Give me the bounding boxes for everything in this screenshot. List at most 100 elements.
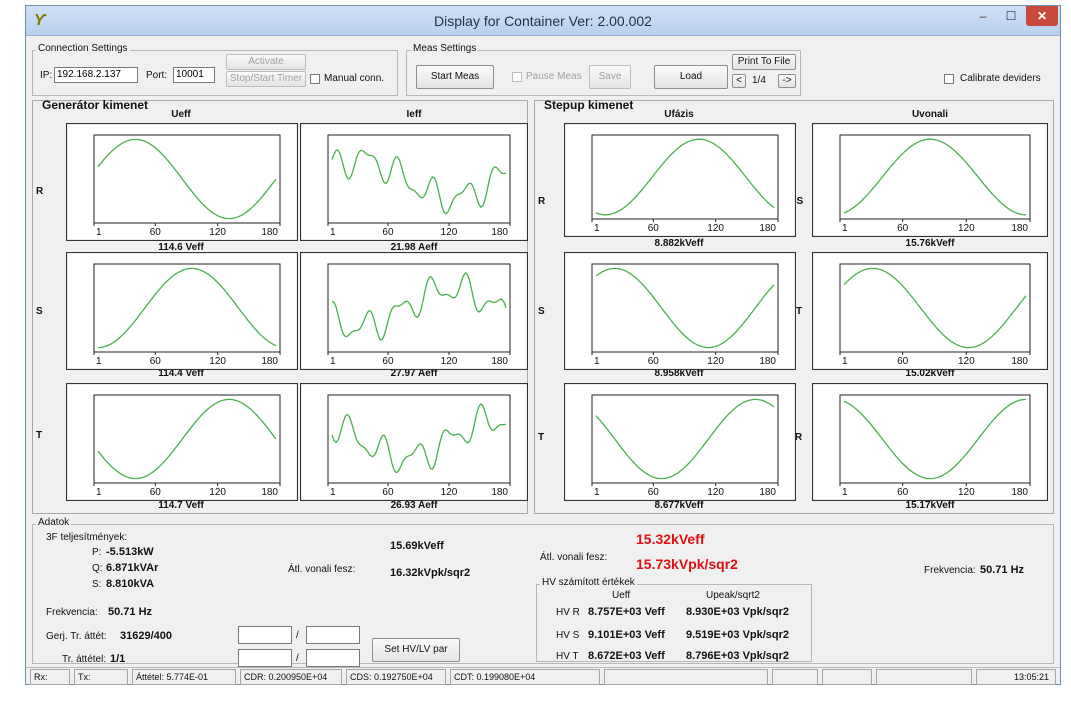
ip-field[interactable]: 192.168.2.137 xyxy=(54,67,138,83)
hv-computed-label: HV számított értékek xyxy=(540,577,637,588)
close-button[interactable]: ✕ xyxy=(1026,6,1058,26)
page-indicator: 1/4 xyxy=(752,75,766,86)
load-button[interactable]: Load xyxy=(654,65,728,89)
x-tick-label: 60 xyxy=(648,487,660,498)
x-tick-label: 1 xyxy=(96,487,102,498)
x-tick-label: 60 xyxy=(382,356,394,367)
plot-area xyxy=(591,263,779,353)
plot-area xyxy=(839,134,1031,220)
hv-t-upeak: 8.796E+03 Vpk/sqr2 xyxy=(686,650,790,662)
pause-meas-label: Pause Meas xyxy=(526,71,582,82)
gen-row-label-s: S xyxy=(36,306,43,317)
title-bar[interactable]: Ƴ Display for Container Ver: 2.00.002 – … xyxy=(26,6,1060,36)
maximize-button[interactable]: ☐ xyxy=(998,6,1024,26)
plot-area xyxy=(327,394,511,484)
x-tick-label: 60 xyxy=(897,487,909,498)
pause-meas-checkbox[interactable] xyxy=(512,72,522,82)
hv-s-ueff: 9.101E+03 Veff xyxy=(588,629,665,641)
x-tick-label: 1 xyxy=(594,356,600,367)
stepup-uvonali-header: Uvonali xyxy=(911,109,949,120)
step-row-label-t: T xyxy=(538,432,545,443)
minimize-button[interactable]: – xyxy=(970,6,996,26)
ger-ratio-lv-input[interactable] xyxy=(306,626,360,644)
step-uvonali-r-chart: 1 60 120 180 xyxy=(812,123,1048,237)
plot-area xyxy=(591,134,779,220)
gen-ieff-t-chart: 1 60 120 180 xyxy=(300,383,528,501)
x-tick-label: 60 xyxy=(648,356,660,367)
x-tick-label: 180 xyxy=(1011,223,1028,234)
x-tick-label: 1 xyxy=(96,356,102,367)
x-tick-label: 180 xyxy=(491,227,508,238)
x-tick-label: 120 xyxy=(441,356,458,367)
generator-ueff-header: Ueff xyxy=(171,109,191,120)
atl-vonali-value-pk: 16.32kVpk/sqr2 xyxy=(390,567,471,579)
adatok-label: Adatok xyxy=(36,517,72,528)
x-tick-label: 180 xyxy=(491,356,508,367)
port-field[interactable]: 10001 xyxy=(173,67,215,83)
x-tick-label: 180 xyxy=(261,487,278,498)
calibrate-deviders-checkbox[interactable] xyxy=(944,74,954,84)
gen-row-label-t: T xyxy=(36,430,43,441)
step-row-label-s: S xyxy=(538,306,545,317)
x-tick-label: 120 xyxy=(707,356,724,367)
x-tick-label: 180 xyxy=(1011,487,1028,498)
hv-upeak-header: Upeak/sqrt2 xyxy=(706,590,760,601)
generator-ieff-header: Ieff xyxy=(406,109,422,120)
x-tick-label: 1 xyxy=(330,356,336,367)
avg-line-voltage-eff-red: 15.32kVeff xyxy=(636,531,705,547)
atl-vonali-label-2: Átl. vonali fesz: xyxy=(540,552,608,563)
tr-ratio-lv-input[interactable] xyxy=(306,649,360,667)
step-ufazis-r-value: 8.882kVeff xyxy=(654,238,704,249)
freq-value: 50.71 Hz xyxy=(108,606,153,618)
p-label: P: xyxy=(92,547,102,558)
plot-area xyxy=(591,394,779,484)
stop-start-timer-button[interactable]: Stop/Start Timer xyxy=(226,71,306,87)
x-tick-label: 180 xyxy=(491,487,508,498)
x-tick-label: 120 xyxy=(958,223,975,234)
step-ufazis-s-chart: 1 60 120 180 xyxy=(564,252,796,370)
status-empty-1 xyxy=(604,669,768,685)
x-tick-label: 120 xyxy=(441,227,458,238)
x-tick-label: 180 xyxy=(759,223,776,234)
activate-button[interactable]: Activate xyxy=(226,54,306,70)
ger-label: Gerj. Tr. áttét: xyxy=(46,631,107,642)
start-meas-button[interactable]: Start Meas xyxy=(416,65,494,89)
plot-area xyxy=(93,263,281,353)
ger-ratio-hv-input[interactable] xyxy=(238,626,292,644)
gen-ieff-s-chart: 1 60 120 180 xyxy=(300,252,528,370)
x-tick-label: 60 xyxy=(150,487,162,498)
save-button[interactable]: Save xyxy=(589,65,631,89)
tr-label: Tr. áttétel: xyxy=(62,654,107,665)
x-tick-label: 60 xyxy=(897,356,909,367)
page-next-button[interactable]: -> xyxy=(778,74,796,88)
meas-settings-label: Meas Settings xyxy=(411,43,479,54)
hv-r-upeak: 8.930E+03 Vpk/sqr2 xyxy=(686,606,790,618)
q-label: Q: xyxy=(92,563,103,574)
page-prev-button[interactable]: < xyxy=(732,74,746,88)
print-to-file-button[interactable]: Print To File xyxy=(732,54,796,70)
gen-ueff-s-chart: 1 60 120 180 xyxy=(66,252,298,370)
step-uvonali-t-chart: 1 60 120 180 xyxy=(812,383,1048,501)
tr-value: 1/1 xyxy=(110,653,126,665)
tr-ratio-hv-input[interactable] xyxy=(238,649,292,667)
x-tick-label: 120 xyxy=(209,487,226,498)
x-tick-label: 1 xyxy=(842,487,848,498)
stepup-ufazis-header: Ufázis xyxy=(664,109,694,120)
gen-row-label-r: R xyxy=(36,186,44,197)
manual-conn-checkbox[interactable] xyxy=(310,74,320,84)
p-value: -5.513kW xyxy=(106,546,154,558)
x-tick-label: 1 xyxy=(842,356,848,367)
x-tick-label: 1 xyxy=(594,223,600,234)
status-empty-2 xyxy=(772,669,818,685)
hv-s-upeak: 9.519E+03 Vpk/sqr2 xyxy=(686,629,790,641)
x-tick-label: 1 xyxy=(330,487,336,498)
hv-t-ueff: 8.672E+03 Veff xyxy=(588,650,665,662)
plot-area xyxy=(93,394,281,484)
x-tick-label: 60 xyxy=(382,227,394,238)
x-tick-label: 180 xyxy=(261,227,278,238)
set-hv-lv-par-button[interactable]: Set HV/LV par xyxy=(372,638,460,662)
x-tick-label: 120 xyxy=(707,487,724,498)
step-ufazis-t-chart: 1 60 120 180 xyxy=(564,383,796,501)
x-tick-label: 60 xyxy=(382,487,394,498)
connection-settings-label: Connection Settings xyxy=(36,43,130,54)
